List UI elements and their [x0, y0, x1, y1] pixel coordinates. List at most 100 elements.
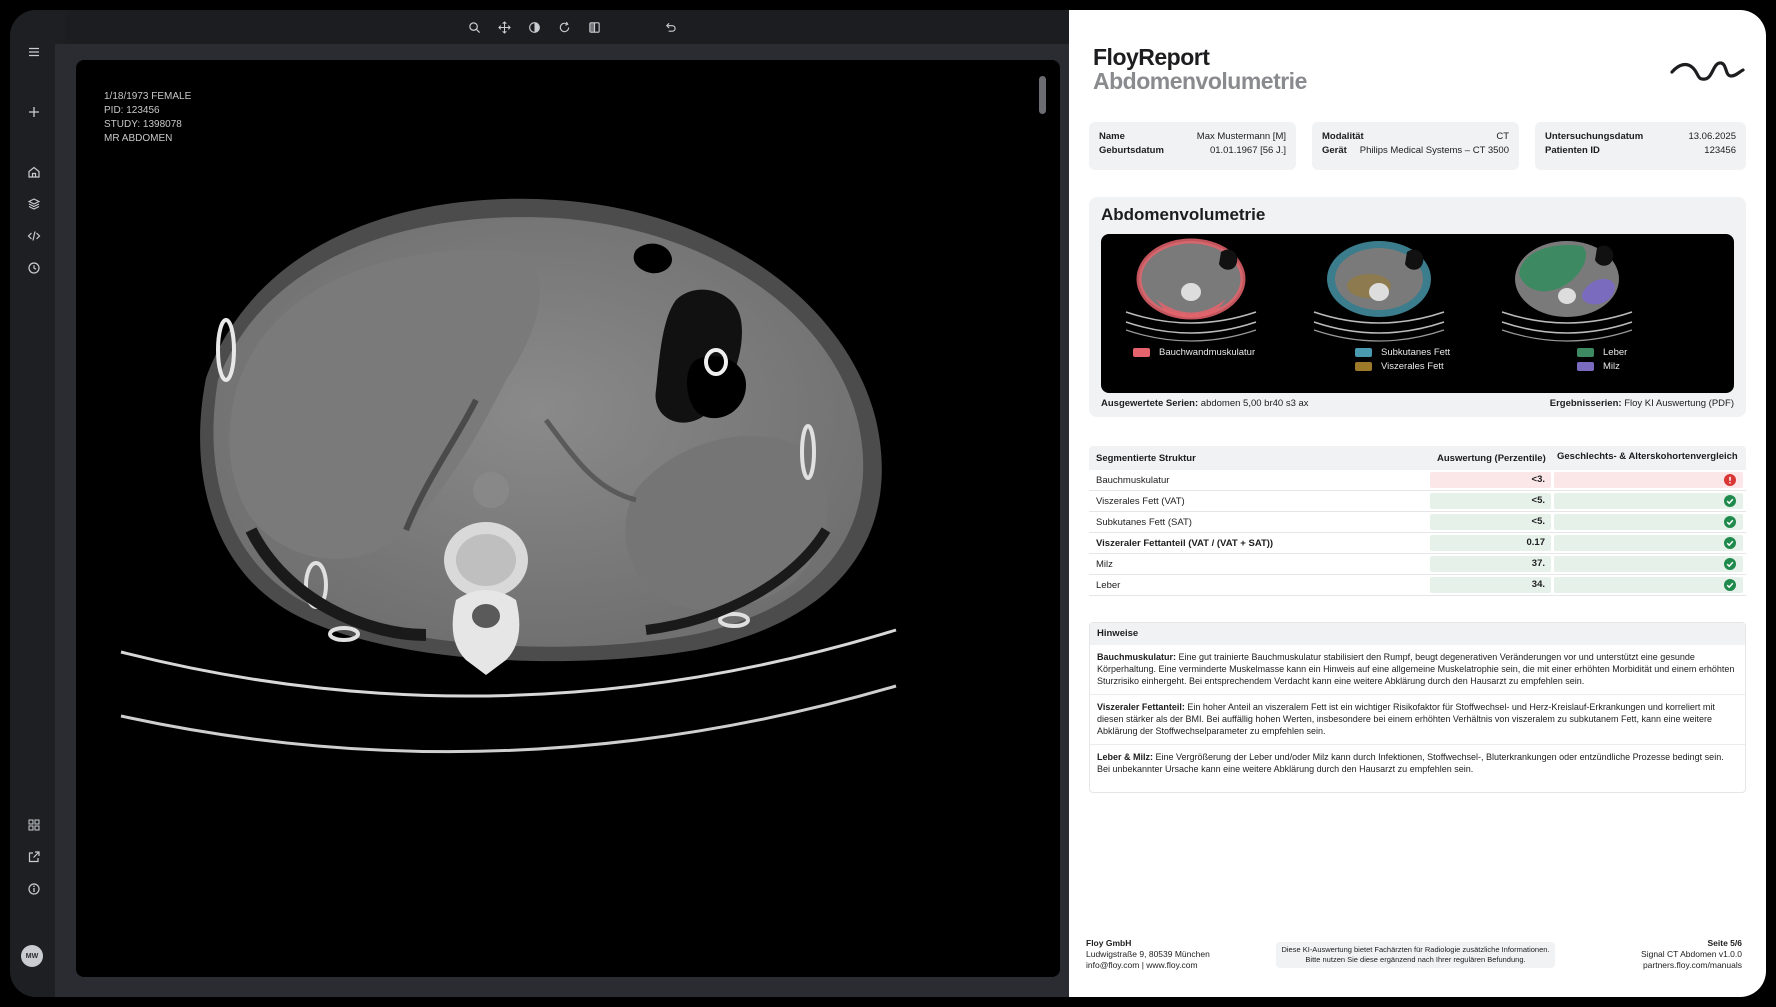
name-value: Max Mustermann [M] [1196, 131, 1286, 142]
company-address: Ludwigstraße 9, 80539 München [1086, 949, 1210, 959]
segment-table-header: Segmentierte Struktur Auswertung (Perzen… [1089, 446, 1746, 470]
notes-title: Hinweise [1090, 623, 1745, 645]
patient-id-label: Patienten ID [1545, 145, 1600, 156]
manual-link[interactable]: partners.floy.com/manuals [1641, 960, 1742, 971]
legend-vat-label: Viszerales Fett [1381, 361, 1444, 372]
segmentation-previews: Bauchwandmuskulatur Subkutanes Fett Visz… [1101, 234, 1734, 393]
legend-swatch-muscle [1133, 348, 1150, 357]
app-screen: MW 1/18/1973 FEMALE PID: 123456 STUDY: 1… [10, 10, 1766, 997]
note-text: Ein hoher Anteil an viszeralem Fett ist … [1097, 702, 1715, 736]
volumetry-panel: Abdomenvolumetrie Bauchwandmuskulatur Su… [1089, 197, 1746, 417]
series-label: Ausgewertete Serien: [1101, 398, 1199, 409]
table-row: Leber 34. [1089, 575, 1746, 596]
header-structure: Segmentierte Struktur [1096, 453, 1196, 464]
legend-swatch-vat [1355, 362, 1372, 371]
device-frame: MW 1/18/1973 FEMALE PID: 123456 STUDY: 1… [0, 0, 1776, 1007]
row-compare [1554, 577, 1743, 593]
home-icon[interactable] [22, 160, 46, 184]
patient-id-value: 123456 [1704, 145, 1736, 156]
warning-icon [1724, 474, 1736, 486]
table-row: Viszeraler Fettanteil (VAT / (VAT + SAT)… [1089, 533, 1746, 554]
footer-company: Floy GmbH Ludwigstraße 9, 80539 München … [1086, 938, 1210, 971]
table-row: Bauchmuskulatur <3. [1089, 470, 1746, 491]
table-row: Viszerales Fett (VAT) <5. [1089, 491, 1746, 512]
legend-muscle-label: Bauchwandmuskulatur [1159, 347, 1256, 358]
legend-spleen-label: Milz [1603, 361, 1620, 372]
note-visceral-fat: Viszeraler Fettanteil: Ein hoher Anteil … [1090, 695, 1745, 745]
legend-swatch-spleen [1577, 362, 1594, 371]
name-label: Name [1099, 131, 1125, 142]
header-cohort: Geschlechts- & Alterskohortenvergleich [1557, 451, 1738, 462]
note-text: Eine gut trainierte Bauchmuskulatur stab… [1097, 652, 1735, 686]
exam-date-label: Untersuchungsdatum [1545, 131, 1644, 142]
scroll-thumb[interactable] [1039, 76, 1046, 114]
row-name: Bauchmuskulatur [1096, 475, 1170, 486]
row-compare [1554, 514, 1743, 530]
info-icon[interactable] [22, 877, 46, 901]
row-name: Viszeraler Fettanteil (VAT / (VAT + SAT)… [1096, 538, 1274, 549]
contrast-icon[interactable] [522, 15, 546, 39]
row-compare [1554, 472, 1743, 488]
legend-vat: Viszerales Fett [1355, 361, 1444, 372]
company-name: Floy GmbH [1086, 938, 1132, 948]
overlay-pid: PID: 123456 [104, 105, 160, 116]
row-name: Leber [1096, 580, 1121, 591]
modality-value: CT [1496, 131, 1509, 142]
disclaimer-line-2: Bitte nutzen Sie diese ergänzend nach Ih… [1305, 955, 1526, 964]
row-value: <5. [1430, 493, 1551, 509]
series-value: abdomen 5,00 br40 s3 ax [1200, 398, 1309, 409]
external-link-icon[interactable] [22, 845, 46, 869]
code-icon[interactable] [22, 224, 46, 248]
table-row: Subkutanes Fett (SAT) <5. [1089, 512, 1746, 533]
exam-date-value: 13.06.2025 [1688, 131, 1736, 142]
legend-sat-label: Subkutanes Fett [1381, 347, 1451, 358]
search-icon[interactable] [462, 15, 486, 39]
avatar[interactable]: MW [21, 945, 43, 967]
exam-card: Untersuchungsdatum 13.06.2025 Patienten I… [1535, 122, 1746, 170]
row-value: <5. [1430, 514, 1551, 530]
row-name: Viszerales Fett (VAT) [1096, 496, 1185, 507]
legend-swatch-liver [1577, 348, 1594, 357]
table-row: Milz 37. [1089, 554, 1746, 575]
dob-value: 01.01.1967 [56 J.] [1209, 145, 1286, 156]
note-head: Viszeraler Fettanteil: [1097, 702, 1185, 712]
layers-icon[interactable] [22, 192, 46, 216]
header-percentile: Auswertung (Perzentile) [1437, 453, 1546, 464]
check-icon [1724, 516, 1736, 528]
row-compare [1554, 535, 1743, 551]
split-view-icon[interactable] [582, 15, 606, 39]
note-muscle: Bauchmuskulatur: Eine gut trainierte Bau… [1090, 645, 1745, 695]
legend-liver: Leber [1577, 347, 1627, 358]
modality-label: Modalität [1322, 131, 1364, 142]
pan-icon[interactable] [492, 15, 516, 39]
row-value: 34. [1430, 577, 1551, 593]
image-viewport[interactable]: 1/18/1973 FEMALE PID: 123456 STUDY: 1398… [76, 60, 1060, 977]
row-value: <3. [1430, 472, 1551, 488]
plus-icon[interactable] [22, 100, 46, 124]
footer-page-info: Seite 5/6 Signal CT Abdomen v1.0.0 partn… [1641, 938, 1742, 971]
undo-icon[interactable] [658, 15, 682, 39]
note-head: Bauchmuskulatur: [1097, 652, 1177, 662]
rotate-icon[interactable] [552, 15, 576, 39]
report-title: FloyReport [1093, 44, 1210, 70]
device-label: Gerät [1322, 145, 1347, 156]
result-label: Ergebnisserien: [1549, 398, 1622, 409]
check-icon [1724, 579, 1736, 591]
history-icon[interactable] [22, 256, 46, 280]
overlay-series: MR ABDOMEN [104, 133, 173, 144]
footer-disclaimer: Diese KI-Auswertung bietet Fachärzten fü… [1276, 942, 1555, 968]
page-number: Seite 5/6 [1707, 938, 1743, 948]
viewer-toolbar [65, 10, 1079, 44]
legend-sat: Subkutanes Fett [1355, 347, 1450, 358]
report-panel: FloyReport Abdomenvolumetrie Name Max Mus… [1069, 10, 1766, 997]
overlay-study: STUDY: 1398078 [104, 119, 182, 130]
legend-swatch-sat [1355, 348, 1372, 357]
ct-image [120, 198, 897, 754]
floy-logo-icon [1670, 61, 1745, 81]
grid-icon[interactable] [22, 813, 46, 837]
analyzed-series: Ausgewertete Serien: abdomen 5,00 br40 s… [1101, 398, 1309, 409]
menu-icon[interactable] [22, 40, 46, 64]
patient-card: Name Max Mustermann [M] Geburtsdatum 01.01… [1089, 122, 1296, 170]
legend-liver-label: Leber [1603, 347, 1628, 358]
legend-muscle: Bauchwandmuskulatur [1133, 347, 1255, 358]
